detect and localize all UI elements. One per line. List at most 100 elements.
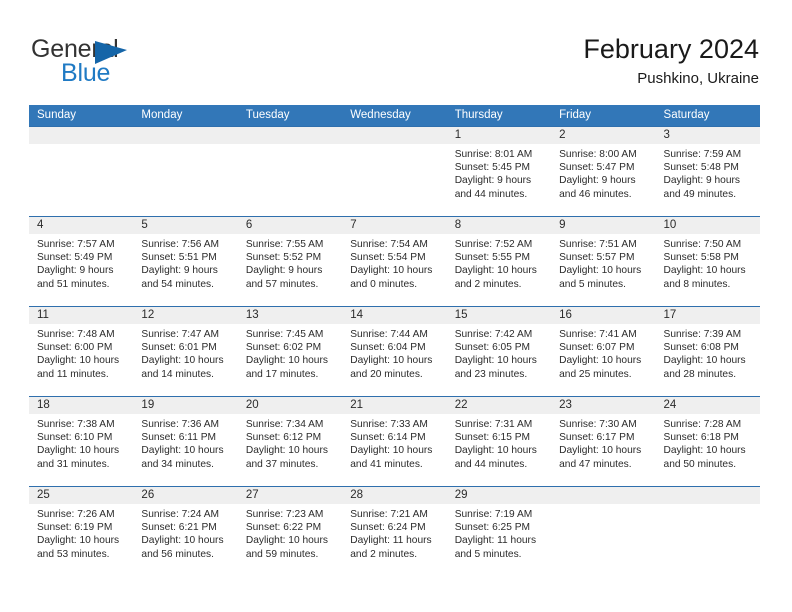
- calendar-day-cell[interactable]: 19 Sunrise: 7:36 AM Sunset: 6:11 PM Dayligh…: [133, 397, 238, 486]
- sunset-time: Sunset: 6:04 PM: [350, 342, 426, 354]
- calendar-day-cell[interactable]: 8 Sunrise: 7:52 AM Sunset: 5:55 PM Daylight…: [446, 217, 552, 306]
- day-number: 13: [245, 309, 259, 321]
- general-blue-logo[interactable]: General Blue: [31, 36, 221, 92]
- sunset-time: Sunset: 6:02 PM: [245, 342, 322, 354]
- daylight-duration-line2: and 8 minutes.: [663, 278, 731, 290]
- day-sun-info: Sunrise: 7:24 AM Sunset: 6:21 PM Daylight:…: [133, 504, 237, 561]
- daylight-duration-line2: and 57 minutes.: [245, 278, 319, 290]
- calendar-day-cell[interactable]: 15 Sunrise: 7:42 AM Sunset: 6:05 PM Dayligh…: [446, 307, 552, 396]
- daylight-duration-line1: Daylight: 9 hours: [559, 175, 636, 187]
- sunset-time: Sunset: 6:19 PM: [37, 522, 113, 534]
- day-number-band: 2: [551, 127, 656, 144]
- calendar-day-cell[interactable]: 9 Sunrise: 7:51 AM Sunset: 5:57 PM Daylight…: [551, 217, 656, 306]
- sunset-time: Sunset: 5:45 PM: [454, 162, 531, 174]
- calendar-day-cell-empty: [237, 127, 343, 216]
- calendar-day-cell[interactable]: 14 Sunrise: 7:44 AM Sunset: 6:04 PM Dayligh…: [342, 307, 447, 396]
- calendar-day-cell[interactable]: 4 Sunrise: 7:57 AM Sunset: 5:49 PM Daylight…: [29, 217, 134, 306]
- day-sun-info: Sunrise: 7:41 AM Sunset: 6:07 PM Daylight:…: [551, 324, 655, 381]
- daylight-duration-line2: and 11 minutes.: [37, 368, 109, 380]
- calendar-day-cell[interactable]: 1 Sunrise: 8:01 AM Sunset: 5:45 PM Daylight…: [446, 127, 552, 216]
- day-number: 6: [245, 219, 253, 231]
- day-number: 26: [141, 489, 155, 501]
- day-number: 20: [245, 399, 259, 411]
- calendar-day-cell[interactable]: 17 Sunrise: 7:39 AM Sunset: 6:08 PM Dayligh…: [655, 307, 760, 396]
- daylight-duration-line2: and 51 minutes.: [37, 278, 110, 290]
- day-number-band: 29: [446, 487, 552, 504]
- calendar-day-cell[interactable]: 21 Sunrise: 7:33 AM Sunset: 6:14 PM Dayligh…: [342, 397, 447, 486]
- daylight-duration-line1: Daylight: 10 hours: [245, 445, 328, 457]
- daylight-duration-line2: and 2 minutes.: [454, 278, 522, 290]
- daylight-duration-line2: and 25 minutes.: [559, 368, 632, 380]
- sunset-time: Sunset: 6:00 PM: [37, 342, 113, 354]
- day-sun-info: Sunrise: 7:38 AM Sunset: 6:10 PM Daylight:…: [29, 414, 133, 471]
- day-sun-info: Sunrise: 7:48 AM Sunset: 6:00 PM Daylight:…: [29, 324, 133, 381]
- calendar-day-cell[interactable]: 28 Sunrise: 7:21 AM Sunset: 6:24 PM Dayligh…: [342, 487, 447, 576]
- calendar-day-cell[interactable]: 12 Sunrise: 7:47 AM Sunset: 6:01 PM Dayligh…: [133, 307, 238, 396]
- calendar-day-cell[interactable]: 13 Sunrise: 7:45 AM Sunset: 6:02 PM Dayligh…: [237, 307, 343, 396]
- calendar-day-cell[interactable]: 23 Sunrise: 7:30 AM Sunset: 6:17 PM Dayligh…: [551, 397, 656, 486]
- page-subtitle: Pushkino, Ukraine: [637, 70, 759, 87]
- calendar-day-cell[interactable]: 3 Sunrise: 7:59 AM Sunset: 5:48 PM Daylight…: [655, 127, 760, 216]
- daylight-duration-line1: Daylight: 9 hours: [245, 265, 323, 277]
- day-number-band: 18: [29, 397, 134, 414]
- calendar-day-cell[interactable]: 16 Sunrise: 7:41 AM Sunset: 6:07 PM Dayligh…: [551, 307, 656, 396]
- sunset-time: Sunset: 5:57 PM: [559, 252, 635, 264]
- day-number: 4: [37, 219, 44, 231]
- calendar-day-cell[interactable]: 24 Sunrise: 7:28 AM Sunset: 6:18 PM Dayligh…: [655, 397, 760, 486]
- day-number-band: 15: [446, 307, 552, 324]
- daylight-duration-line2: and 28 minutes.: [663, 368, 737, 380]
- daylight-duration-line1: Daylight: 10 hours: [245, 535, 328, 547]
- day-number: 11: [37, 309, 49, 321]
- day-number-band: 14: [342, 307, 447, 324]
- sunrise-time: Sunrise: 7:26 AM: [37, 509, 115, 520]
- sunrise-time: Sunrise: 7:21 AM: [350, 509, 428, 520]
- calendar-day-cell[interactable]: 18 Sunrise: 7:38 AM Sunset: 6:10 PM Dayligh…: [29, 397, 134, 486]
- day-number-band: 20: [237, 397, 343, 414]
- day-number: 19: [141, 399, 155, 411]
- sunset-time: Sunset: 5:48 PM: [663, 162, 739, 174]
- day-sun-info: Sunrise: 7:56 AM Sunset: 5:51 PM Daylight:…: [133, 234, 237, 291]
- day-sun-info: Sunrise: 7:26 AM Sunset: 6:19 PM Daylight:…: [29, 504, 133, 561]
- day-number: 5: [141, 219, 148, 231]
- sunset-time: Sunset: 5:47 PM: [559, 162, 635, 174]
- calendar-day-cell[interactable]: 6 Sunrise: 7:55 AM Sunset: 5:52 PM Daylight…: [237, 217, 343, 306]
- day-number: 24: [663, 399, 677, 411]
- calendar-day-cell[interactable]: 29 Sunrise: 7:19 AM Sunset: 6:25 PM Dayligh…: [446, 487, 552, 576]
- daylight-duration-line2: and 2 minutes.: [350, 548, 418, 560]
- calendar-day-cell[interactable]: 10 Sunrise: 7:50 AM Sunset: 5:58 PM Dayligh…: [655, 217, 760, 306]
- day-number-band: 13: [237, 307, 343, 324]
- calendar-day-cell[interactable]: 2 Sunrise: 8:00 AM Sunset: 5:47 PM Daylight…: [551, 127, 656, 216]
- sunset-time: Sunset: 6:24 PM: [350, 522, 426, 534]
- sunrise-time: Sunrise: 7:56 AM: [141, 239, 220, 250]
- day-number: 9: [559, 219, 566, 231]
- sunrise-time: Sunrise: 7:41 AM: [559, 329, 637, 340]
- daylight-duration-line1: Daylight: 10 hours: [141, 445, 224, 457]
- day-sun-info: Sunrise: 7:52 AM Sunset: 5:55 PM Daylight:…: [447, 234, 551, 291]
- daylight-duration-line2: and 31 minutes.: [37, 458, 110, 470]
- sunset-time: Sunset: 5:51 PM: [141, 252, 217, 264]
- weekday-header-saturday: Saturday: [663, 109, 710, 121]
- calendar-day-cell[interactable]: 25 Sunrise: 7:26 AM Sunset: 6:19 PM Dayligh…: [29, 487, 134, 576]
- daylight-duration-line1: Daylight: 10 hours: [37, 535, 120, 547]
- day-number-band: 27: [237, 487, 343, 504]
- calendar-day-cell[interactable]: 11 Sunrise: 7:48 AM Sunset: 6:00 PM Dayligh…: [29, 307, 134, 396]
- daylight-duration-line2: and 0 minutes.: [350, 278, 418, 290]
- daylight-duration-line1: Daylight: 10 hours: [350, 265, 433, 277]
- day-number: 15: [454, 309, 468, 321]
- sunset-time: Sunset: 5:58 PM: [663, 252, 739, 264]
- day-number: 22: [454, 399, 468, 411]
- calendar-day-cell[interactable]: 7 Sunrise: 7:54 AM Sunset: 5:54 PM Daylight…: [342, 217, 447, 306]
- day-number: 17: [663, 309, 677, 321]
- sunset-time: Sunset: 6:17 PM: [559, 432, 635, 444]
- calendar-day-cell[interactable]: 20 Sunrise: 7:34 AM Sunset: 6:12 PM Dayligh…: [237, 397, 343, 486]
- daylight-duration-line2: and 56 minutes.: [141, 548, 214, 560]
- calendar-day-cell[interactable]: 5 Sunrise: 7:56 AM Sunset: 5:51 PM Daylight…: [133, 217, 238, 306]
- day-number-band: [655, 487, 760, 504]
- calendar-day-cell[interactable]: 26 Sunrise: 7:24 AM Sunset: 6:21 PM Dayligh…: [133, 487, 238, 576]
- sunrise-time: Sunrise: 7:47 AM: [141, 329, 220, 340]
- daylight-duration-line2: and 44 minutes.: [454, 458, 528, 470]
- calendar-day-cell[interactable]: 27 Sunrise: 7:23 AM Sunset: 6:22 PM Dayligh…: [237, 487, 343, 576]
- sunset-time: Sunset: 6:05 PM: [454, 342, 531, 354]
- calendar-day-cell[interactable]: 22 Sunrise: 7:31 AM Sunset: 6:15 PM Dayligh…: [446, 397, 552, 486]
- daylight-duration-line1: Daylight: 10 hours: [663, 445, 746, 457]
